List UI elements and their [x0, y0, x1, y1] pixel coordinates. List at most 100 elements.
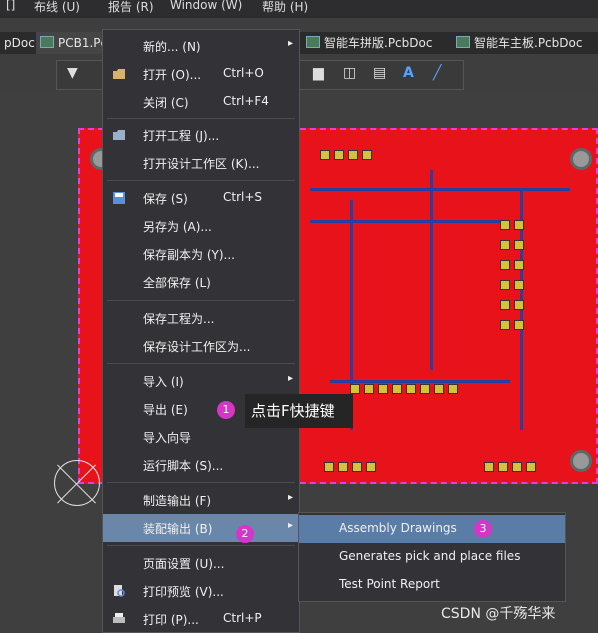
menu-separator [107, 180, 295, 181]
origin-marker [54, 460, 100, 506]
menu-run-script[interactable]: 运行脚本 (S)... [103, 451, 299, 479]
submenu-pick-and-place[interactable]: Generates pick and place files [299, 543, 565, 571]
pcb-doc-icon [306, 36, 320, 48]
pad [324, 462, 334, 472]
pad [500, 220, 510, 230]
menu-separator [107, 363, 295, 364]
menu-assembly-outputs[interactable]: 装配输出 (B) ▸ [103, 514, 299, 542]
tab-label: pDoc [4, 36, 35, 50]
folder-open-icon [112, 67, 126, 81]
menu-item-partial[interactable]: [] [6, 0, 15, 12]
menu-print[interactable]: 打印 (P)... Ctrl+P [103, 605, 299, 633]
pcb-doc-icon [40, 36, 54, 48]
menu-import[interactable]: 导入 (I) ▸ [103, 367, 299, 395]
pad [348, 150, 358, 160]
filter-icon[interactable]: ▼ [67, 65, 78, 85]
trace [310, 188, 570, 191]
mounting-hole [570, 148, 592, 170]
text-icon[interactable]: A [403, 65, 414, 85]
menu-separator [107, 300, 295, 301]
menu-separator [107, 545, 295, 546]
menu-item-help[interactable]: 帮助 (H) [262, 0, 308, 15]
pad [500, 280, 510, 290]
fill-icon[interactable]: ▆ [313, 65, 324, 85]
menu-print-preview[interactable]: 打印预览 (V)... [103, 577, 299, 605]
menu-save-copy-as[interactable]: 保存副本为 (Y)... [103, 240, 299, 268]
menu-save-all[interactable]: 全部保存 (L) [103, 268, 299, 296]
menu-fabrication-outputs[interactable]: 制造输出 (F) ▸ [103, 486, 299, 514]
watermark: CSDN @千殇华来 [441, 606, 556, 622]
pad [338, 462, 348, 472]
pad [514, 280, 524, 290]
pad [406, 384, 416, 394]
pad [514, 260, 524, 270]
pad [514, 220, 524, 230]
assembly-outputs-submenu: Assembly Drawings Generates pick and pla… [298, 512, 566, 602]
menu-new[interactable]: 新的... (N) ▸ [103, 32, 299, 60]
pad [500, 300, 510, 310]
pad [514, 240, 524, 250]
submenu-assembly-drawings[interactable]: Assembly Drawings [299, 515, 565, 543]
pad [526, 462, 536, 472]
menu-save[interactable]: 保存 (S) Ctrl+S [103, 184, 299, 212]
tab-smartcar-main[interactable]: 智能车主板.PcbDoc [452, 32, 586, 54]
menu-save-workspace-as[interactable]: 保存设计工作区为... [103, 332, 299, 360]
pad [378, 384, 388, 394]
region-icon[interactable]: ◫ [343, 65, 356, 85]
menu-close[interactable]: 关闭 (C) Ctrl+F4 [103, 88, 299, 116]
pad [500, 320, 510, 330]
tab-doc-partial[interactable]: pDoc [0, 32, 39, 54]
pad [500, 240, 510, 250]
string-number-icon[interactable]: ▤ [373, 65, 386, 85]
pad [420, 384, 430, 394]
menu-open-workspace[interactable]: 打开设计工作区 (K)... [103, 149, 299, 177]
pad [350, 384, 360, 394]
save-icon [112, 191, 126, 205]
menu-save-as[interactable]: 另存为 (A)... [103, 212, 299, 240]
menu-item-route[interactable]: 布线 (U) [34, 0, 80, 15]
pad [364, 384, 374, 394]
pad [448, 384, 458, 394]
pad [392, 384, 402, 394]
trace [430, 170, 433, 370]
menu-open[interactable]: 打开 (O)... Ctrl+O [103, 60, 299, 88]
submenu-arrow-icon: ▸ [287, 373, 293, 384]
pad [362, 150, 372, 160]
menu-separator [107, 482, 295, 483]
menu-save-project-as[interactable]: 保存工程为... [103, 304, 299, 332]
menu-open-project[interactable]: 打开工程 (J)... [103, 121, 299, 149]
submenu-test-point-report[interactable]: Test Point Report [299, 571, 565, 599]
tab-pcb1[interactable]: PCB1.Pc [36, 32, 110, 54]
submenu-arrow-icon: ▸ [287, 492, 293, 503]
tab-label: 智能车拼版.PcbDoc [324, 36, 433, 50]
pad [514, 320, 524, 330]
submenu-arrow-icon: ▸ [287, 520, 293, 531]
tab-smartcar-panel[interactable]: 智能车拼版.PcbDoc [302, 32, 436, 54]
mounting-hole [570, 450, 592, 472]
trace [310, 220, 510, 223]
pcb-doc-icon [456, 36, 470, 48]
printer-icon [112, 612, 126, 626]
pad [500, 260, 510, 270]
tab-label: 智能车主板.PcbDoc [474, 36, 583, 50]
step-badge-3: 3 [474, 520, 492, 538]
menu-item-window[interactable]: Window (W) [170, 0, 242, 12]
menu-separator [107, 118, 295, 119]
pad [434, 384, 444, 394]
menu-bar: [] 布线 (U) 报告 (R) Window (W) 帮助 (H) [0, 0, 598, 18]
shortcut-tooltip: 点击F快捷键 [245, 394, 353, 428]
line-icon[interactable]: ╱ [433, 65, 441, 85]
pad [366, 462, 376, 472]
pad [512, 462, 522, 472]
menu-item-reports[interactable]: 报告 (R) [108, 0, 154, 15]
pad [514, 300, 524, 310]
step-badge-1: 1 [217, 401, 235, 419]
pad [320, 150, 330, 160]
pad [352, 462, 362, 472]
menu-page-setup[interactable]: 页面设置 (U)... [103, 549, 299, 577]
open-project-icon [112, 128, 126, 142]
pad [498, 462, 508, 472]
pad [334, 150, 344, 160]
tab-label: PCB1.Pc [58, 36, 108, 50]
print-preview-icon [112, 584, 126, 598]
